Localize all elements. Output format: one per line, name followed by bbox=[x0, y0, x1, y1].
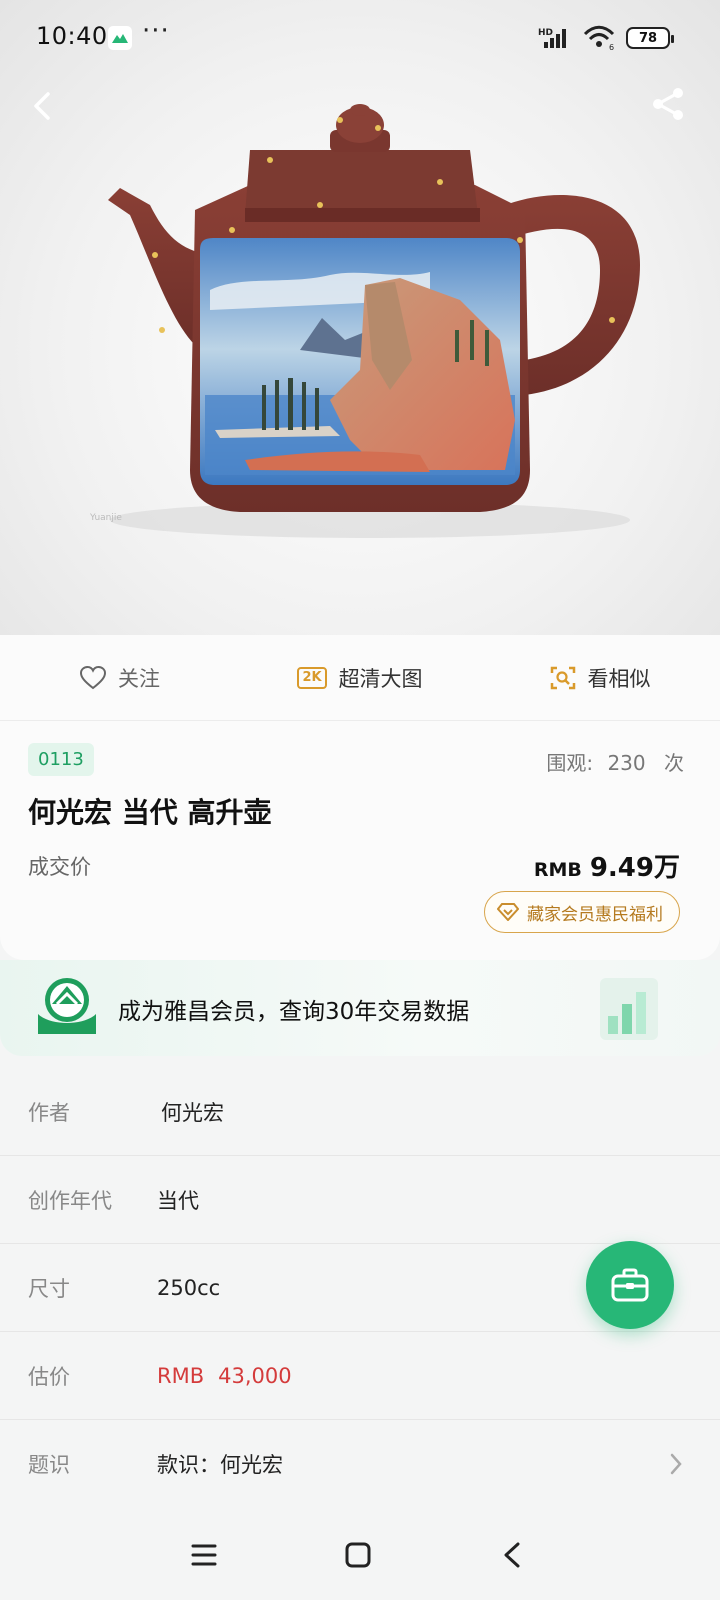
app-notification-icon bbox=[108, 26, 132, 50]
share-button[interactable] bbox=[648, 84, 688, 124]
status-bar: 10:40 ··· HD 6 78 bbox=[0, 0, 720, 78]
artron-logo-icon bbox=[38, 978, 96, 1034]
detail-value: 款识：何光宏 bbox=[157, 1452, 283, 1477]
membership-banner[interactable]: 成为雅昌会员，查询30年交易数据 bbox=[0, 960, 720, 1056]
wifi-sub-label: 6 bbox=[609, 43, 614, 51]
view-count: 围观: 230 次 bbox=[546, 747, 684, 776]
home-square-icon bbox=[345, 1542, 371, 1568]
follow-button[interactable]: 关注 bbox=[0, 663, 240, 693]
detail-row-inscription[interactable]: 题识 款识：何光宏 bbox=[0, 1420, 720, 1508]
follow-label: 关注 bbox=[118, 666, 160, 691]
briefcase-fab-button[interactable] bbox=[586, 1241, 674, 1329]
svg-text:Yuanjie: Yuanjie bbox=[89, 513, 122, 523]
estimate-value: RMB 43,000 bbox=[157, 1364, 292, 1388]
detail-value: 250cc bbox=[157, 1275, 221, 1300]
hd-2k-icon: 2K bbox=[297, 666, 327, 689]
briefcase-icon bbox=[611, 1268, 649, 1302]
share-icon bbox=[653, 88, 683, 120]
deal-price-label: 成交价 bbox=[28, 855, 91, 879]
lot-info-card: 关注 2K 超清大图 看相似 0113 围观: 230 次 何光宏 当代 高升壶… bbox=[0, 635, 720, 960]
recent-apps-button[interactable] bbox=[184, 1535, 224, 1575]
estimate-currency: RMB bbox=[157, 1363, 205, 1388]
action-row: 关注 2K 超清大图 看相似 bbox=[0, 635, 720, 721]
more-notifications-icon: ··· bbox=[142, 16, 170, 46]
estimate-amount: 43,000 bbox=[218, 1363, 292, 1388]
detail-value: 当代 bbox=[157, 1188, 199, 1213]
bar-chart-icon bbox=[600, 978, 658, 1040]
network-label: HD bbox=[538, 28, 553, 38]
detail-row-author: 作者 何光宏 bbox=[0, 1068, 720, 1156]
diamond-icon bbox=[497, 903, 519, 921]
deal-price-value: 9.49万 bbox=[589, 853, 680, 883]
hd-image-label: 超清大图 bbox=[338, 666, 423, 691]
lot-number-badge: 0113 bbox=[28, 743, 94, 776]
find-similar-label: 看相似 bbox=[587, 666, 651, 691]
status-time: 10:40 bbox=[36, 22, 108, 50]
member-benefit-button[interactable]: 藏家会员惠民福利 bbox=[484, 891, 680, 933]
views-count: 230 bbox=[607, 751, 646, 775]
detail-row-era: 创作年代 当代 bbox=[0, 1156, 720, 1244]
views-prefix: 围观: bbox=[546, 751, 594, 775]
deal-price: RMB 9.49万 bbox=[534, 847, 680, 884]
detail-value: 何光宏 bbox=[161, 1100, 224, 1125]
system-navigation-bar bbox=[0, 1505, 720, 1600]
detail-label: 估价 bbox=[28, 1364, 70, 1389]
wifi-icon: 6 bbox=[583, 25, 614, 51]
find-similar-button[interactable]: 看相似 bbox=[480, 663, 720, 693]
detail-label: 题识 bbox=[28, 1452, 70, 1477]
home-button[interactable] bbox=[338, 1535, 378, 1575]
detail-label: 作者 bbox=[28, 1100, 70, 1125]
teapot-image: Yuanjie bbox=[89, 104, 640, 538]
back-button[interactable] bbox=[24, 86, 64, 126]
hd-image-button[interactable]: 2K 超清大图 bbox=[240, 663, 480, 693]
member-benefit-label: 藏家会员惠民福利 bbox=[527, 904, 663, 925]
deal-price-currency: RMB bbox=[533, 859, 582, 881]
lot-title: 何光宏 当代 高升壶 bbox=[28, 796, 272, 829]
triangle-back-icon bbox=[504, 1542, 520, 1568]
system-back-button[interactable] bbox=[492, 1535, 532, 1575]
battery-icon: 78 bbox=[626, 27, 674, 49]
detail-label: 创作年代 bbox=[28, 1188, 112, 1213]
menu-icon bbox=[191, 1544, 217, 1566]
signal-icon: HD bbox=[538, 28, 566, 48]
heart-icon bbox=[80, 665, 106, 689]
screen: Yuanjie 10:40 ··· HD 6 78 关注 2K 超清大图 看相似… bbox=[0, 0, 720, 1600]
status-icons: HD 6 78 bbox=[538, 24, 674, 52]
scan-search-icon bbox=[550, 666, 575, 689]
chevron-left-icon bbox=[34, 92, 50, 120]
detail-row-estimate: 估价 RMB 43,000 bbox=[0, 1332, 720, 1420]
detail-label: 尺寸 bbox=[28, 1276, 70, 1301]
hero-image[interactable]: Yuanjie bbox=[0, 0, 720, 635]
chevron-right-icon bbox=[670, 1453, 682, 1474]
views-suffix: 次 bbox=[664, 751, 684, 775]
membership-banner-text: 成为雅昌会员，查询30年交易数据 bbox=[118, 999, 470, 1025]
